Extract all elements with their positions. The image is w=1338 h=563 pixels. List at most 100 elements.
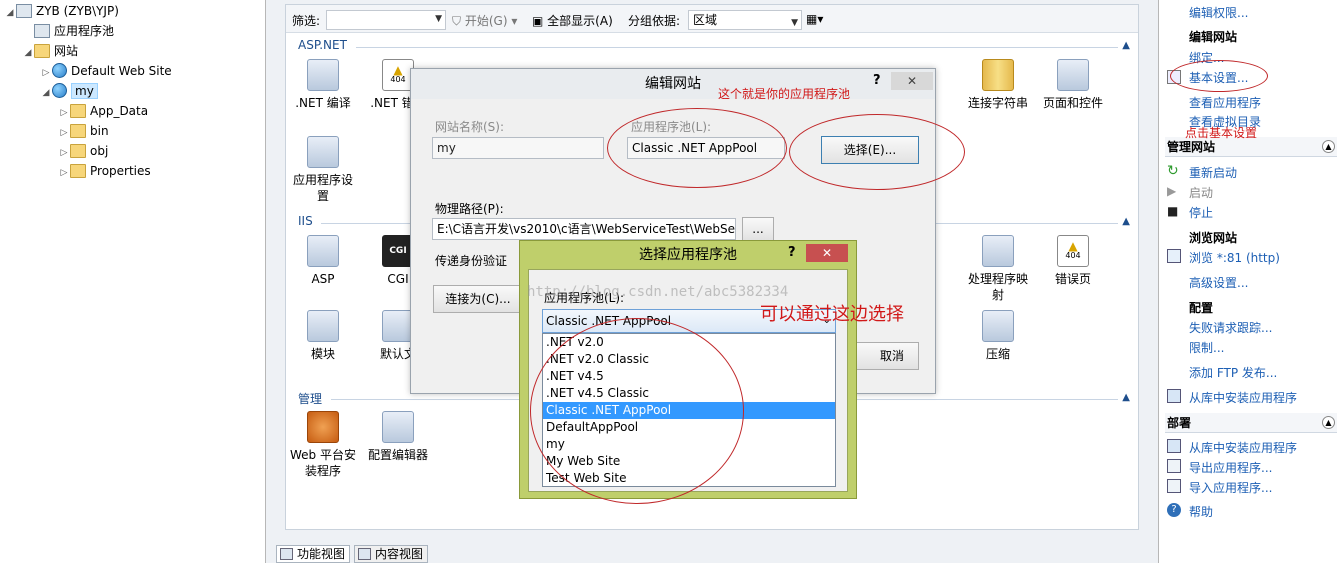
feature-net-compile[interactable]: .NET 编译 [287, 59, 359, 111]
collapse-group-icon[interactable]: ▲ [1322, 140, 1335, 153]
expand-icon[interactable]: ▷ [58, 143, 70, 163]
feature-label-line2: 装程序 [304, 464, 341, 478]
watermark: http://blog.csdn.net/abc5382334 [527, 284, 789, 300]
expand-icon[interactable]: ▷ [58, 163, 70, 183]
collapse-icon[interactable]: ◢ [4, 3, 16, 23]
tree-node-label: 应用程序池 [54, 24, 115, 38]
tree-node-child[interactable]: ▷ obj [58, 141, 108, 161]
collapse-section-icon[interactable]: ▲ [1122, 216, 1130, 227]
action-limits[interactable]: 限制... [1189, 339, 1224, 356]
tree-node-default-site[interactable]: ▷ Default Web Site [40, 61, 172, 81]
config-editor-icon [382, 411, 414, 443]
site-name-field: my [432, 137, 604, 159]
dialog-title: 编辑网站 [411, 69, 935, 99]
group-by-select[interactable]: 区域 ▼ [688, 10, 802, 30]
section-divider [356, 47, 1118, 48]
collapse-icon[interactable]: ◢ [40, 83, 52, 103]
action-start[interactable]: 启动 [1189, 184, 1213, 201]
connect-as-button[interactable]: 连接为(C)... [433, 285, 523, 313]
action-export-application[interactable]: 导出应用程序... [1189, 459, 1272, 476]
feature-label: 模块 [310, 347, 335, 361]
tree-node-sites[interactable]: ◢ 网站 [22, 41, 78, 61]
feature-asp[interactable]: ASP [287, 235, 359, 287]
download-icon [307, 411, 339, 443]
tree-node-label: App_Data [90, 104, 149, 118]
connections-tree: ◢ ZYB (ZYB\YJP) 应用程序池 ◢ 网站 ▷ Default Web Si… [0, 0, 266, 563]
close-icon[interactable]: ✕ [891, 72, 933, 90]
action-help[interactable]: 帮助 [1189, 503, 1213, 520]
filter-label: 筛选: [292, 14, 321, 28]
action-restart[interactable]: 重新启动 [1189, 164, 1237, 181]
annotation-circle-pool-list [530, 318, 744, 504]
filter-input[interactable]: ▼ [326, 10, 446, 30]
tree-node-label: 网站 [54, 44, 79, 58]
feature-label-line2: 置 [316, 189, 329, 203]
tab-content-view[interactable]: 内容视图 [354, 545, 429, 563]
feature-label: CGI [387, 272, 409, 286]
help-icon[interactable]: ? [873, 73, 881, 88]
folder-icon [70, 163, 86, 178]
feature-error-pages[interactable]: 404 ▲ 错误页 [1037, 235, 1109, 287]
feature-web-platform-installer[interactable]: Web 平台安 装程序 [287, 411, 359, 479]
feature-app-settings[interactable]: 应用程序设置 [287, 136, 359, 204]
globe-icon [52, 83, 67, 98]
globe-icon [52, 63, 67, 78]
action-failed-request-tracing[interactable]: 失败请求跟踪... [1189, 319, 1272, 336]
show-all-button[interactable]: ▣ 全部显示(A) [532, 12, 613, 29]
group-by-label: 分组依据: [628, 14, 681, 28]
tree-node-app-pools[interactable]: 应用程序池 [22, 21, 114, 41]
action-install-from-gallery[interactable]: 从库中安装应用程序 [1189, 389, 1297, 406]
action-install-from-gallery-deploy[interactable]: 从库中安装应用程序 [1189, 439, 1297, 456]
close-icon[interactable]: ✕ [806, 244, 848, 262]
compile-icon [307, 59, 339, 91]
group-by-value: 区域 [693, 13, 718, 27]
action-edit-permissions[interactable]: 编辑权限... [1189, 4, 1248, 21]
tree-node-my[interactable]: ◢ my [40, 81, 98, 101]
handler-mapping-icon [982, 235, 1014, 267]
feature-conn-strings[interactable]: 连接字符串 [962, 59, 1034, 111]
action-browse[interactable]: 浏览 *:81 (http) [1189, 249, 1280, 266]
physical-path-label: 物理路径(P): [435, 202, 504, 216]
content-view-icon [358, 548, 371, 560]
view-mode-button[interactable]: ▦▾ [806, 12, 823, 26]
feature-pages-controls[interactable]: 页面和控件 [1037, 59, 1109, 111]
server-icon [16, 3, 32, 18]
start-filter-button[interactable]: ⛉ 开始(G) ▾ [452, 12, 517, 29]
expand-icon[interactable]: ▷ [58, 123, 70, 143]
tab-label: 功能视图 [297, 547, 346, 561]
warning-404-icon: 404 ▲ [1057, 235, 1089, 267]
tree-node-child[interactable]: ▷ Properties [58, 161, 151, 181]
help-icon: ? [1167, 503, 1181, 517]
features-view-icon [280, 548, 293, 560]
collapse-icon[interactable]: ◢ [22, 43, 34, 63]
collapse-section-icon[interactable]: ▲ [1122, 40, 1130, 51]
collapse-section-icon[interactable]: ▲ [1122, 392, 1130, 403]
action-import-application[interactable]: 导入应用程序... [1189, 479, 1272, 496]
action-stop[interactable]: 停止 [1189, 204, 1213, 221]
feature-label: 连接字符串 [967, 96, 1028, 110]
action-add-ftp[interactable]: 添加 FTP 发布... [1189, 364, 1277, 381]
collapse-group-icon[interactable]: ▲ [1322, 416, 1335, 429]
tree-node-label: bin [90, 124, 109, 138]
actions-header-edit-site: 编辑网站 [1189, 30, 1238, 44]
browse-path-button[interactable]: ... [742, 217, 774, 241]
expand-icon[interactable]: ▷ [58, 103, 70, 123]
start-icon: ▶ [1167, 184, 1177, 198]
stop-icon: ■ [1167, 204, 1179, 218]
gallery-install-icon [1167, 439, 1181, 453]
feature-handler-mappings[interactable]: 处理程序映射 [962, 235, 1034, 303]
expand-icon[interactable]: ▷ [40, 63, 52, 83]
tree-node-child[interactable]: ▷ bin [58, 121, 109, 141]
action-advanced-settings[interactable]: 高级设置... [1189, 274, 1248, 291]
feature-config-editor[interactable]: 配置编辑器 [362, 411, 434, 463]
feature-modules[interactable]: 模块 [287, 310, 359, 362]
feature-compression[interactable]: 压缩 [962, 310, 1034, 362]
tab-features-view[interactable]: 功能视图 [276, 545, 351, 563]
action-view-applications[interactable]: 查看应用程序 [1189, 94, 1261, 111]
tree-node-server[interactable]: ◢ ZYB (ZYB\YJP) [4, 1, 119, 21]
feature-label: ASP [311, 272, 335, 286]
physical-path-input[interactable]: E:\C语言开发\vs2010\c语言\WebServiceTest\WebSe… [432, 218, 736, 240]
tree-node-label: obj [90, 144, 109, 158]
tree-node-child[interactable]: ▷ App_Data [58, 101, 148, 121]
help-icon[interactable]: ? [788, 245, 796, 260]
